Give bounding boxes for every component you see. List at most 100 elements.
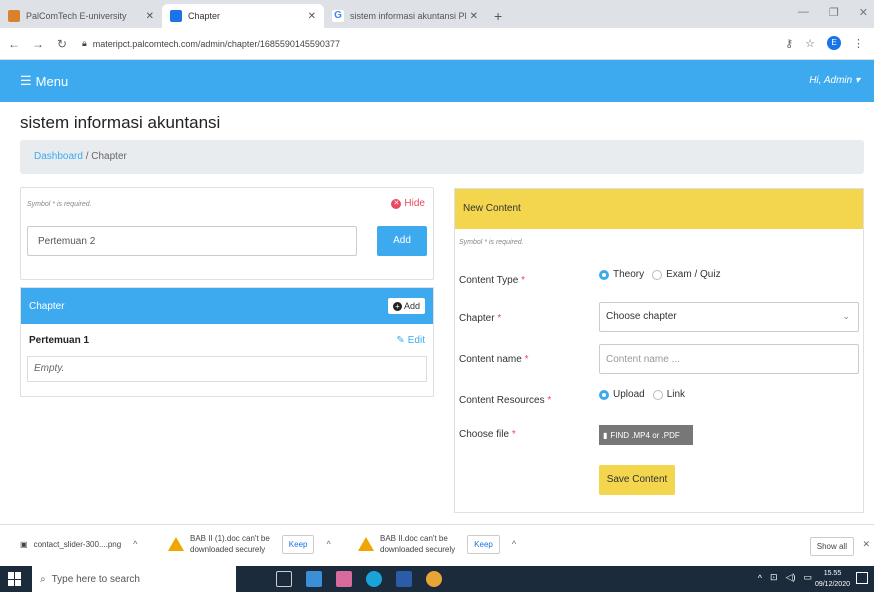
forward-icon[interactable]: → <box>28 37 48 51</box>
tab-title: PalComTech E-university <box>26 11 127 21</box>
clock-date: 09/12/2020 <box>814 581 850 588</box>
file-icon: ▣ <box>20 539 28 549</box>
notification-icon[interactable] <box>856 572 868 584</box>
keep-button[interactable]: Keep <box>467 534 500 554</box>
keep-button[interactable]: Keep <box>281 534 315 554</box>
chevron-up-icon[interactable]: ^ <box>512 539 516 549</box>
tab-close-icon[interactable]: ✕ <box>146 11 154 22</box>
address-bar-actions: ⚷ ☆ E ⋮ <box>785 36 864 50</box>
show-all-button[interactable]: Show all <box>809 537 854 556</box>
search-icon: ⌕ <box>40 573 46 585</box>
radio-theory[interactable] <box>599 269 609 280</box>
radio-upload-label: Upload <box>613 389 645 400</box>
chapter-name-input[interactable] <box>27 226 357 256</box>
download-warning-text: BAB II (1).doc can't be downloaded secur… <box>190 534 270 554</box>
chapter-select-value: Choose chapter <box>606 311 677 322</box>
edit-label: Edit <box>407 334 425 346</box>
chevron-down-icon: ⌄ <box>842 311 850 321</box>
maximize-icon[interactable]: ❐ <box>829 6 839 19</box>
key-icon[interactable]: ⚷ <box>785 37 793 50</box>
add-content-button[interactable]: + Add <box>387 298 425 314</box>
windows-start-icon[interactable] <box>8 572 22 586</box>
taskbar-apps <box>276 571 442 587</box>
back-icon[interactable]: ← <box>4 37 24 51</box>
breadcrumb: Dashboard / Chapter <box>20 140 864 174</box>
resources-radio-group: Upload Link <box>599 389 685 400</box>
content-name-input[interactable] <box>599 344 859 374</box>
chrome-icon[interactable] <box>426 571 442 587</box>
battery-icon[interactable]: ▭ <box>803 572 812 583</box>
tab-google-search[interactable]: G sistem informasi akuntansi PNG ✕ <box>324 4 486 28</box>
chapter-panel-header: Chapter + Add <box>21 288 433 324</box>
file-explorer-icon[interactable] <box>306 571 322 587</box>
tab-close-icon[interactable]: ✕ <box>470 11 478 22</box>
user-label: Hi, Admin <box>809 75 853 86</box>
chevron-up-icon[interactable]: ^ <box>133 539 137 549</box>
add-label: Add <box>403 301 420 311</box>
file-icon: ▮ <box>603 430 608 440</box>
download-item-warning: BAB II.doc can't be downloaded securely … <box>358 533 516 555</box>
windows-taskbar: ⌕ Type here to search ^ ⊡ ◁) ▭ 15.55 09/… <box>0 566 874 592</box>
system-tray: ^ ⊡ ◁) ▭ <box>758 572 812 583</box>
lock-icon: 🔒︎ <box>82 38 87 48</box>
taskbar-search[interactable]: ⌕ Type here to search <box>32 566 236 592</box>
taskbar-clock[interactable]: 15.55 09/12/2020 <box>815 568 850 590</box>
add-chapter-button[interactable]: Add <box>377 226 427 256</box>
edit-chapter-button[interactable]: ✎ Edit <box>396 335 425 346</box>
close-window-icon[interactable]: ✕ <box>859 6 868 19</box>
window-controls: — ❐ ✕ <box>798 6 868 19</box>
star-icon[interactable]: ☆ <box>805 37 815 50</box>
content-resources-label: Content Resources * <box>459 395 552 406</box>
close-download-bar-icon[interactable]: ✕ <box>862 539 870 550</box>
add-chapter-form: Symbol * is required. ✕ Hide Add <box>20 187 434 280</box>
address-bar: ← → ↻ 🔒︎ materipct.palcomtech.com/admin/… <box>0 28 874 60</box>
new-tab-button[interactable]: + <box>486 8 510 28</box>
clock-time: 15.55 <box>823 570 842 577</box>
menu-button[interactable]: ☰ Menu <box>20 73 68 89</box>
task-view-icon[interactable] <box>276 571 292 587</box>
taskbar-search-placeholder: Type here to search <box>51 573 140 585</box>
save-content-button[interactable]: Save Content <box>599 465 675 495</box>
radio-exam-quiz[interactable] <box>652 269 663 280</box>
radio-exam-quiz-label: Exam / Quiz <box>666 269 721 280</box>
network-icon[interactable]: ⊡ <box>770 572 778 583</box>
download-bar: ▣ contact_slider-300....png ^ BAB II (1)… <box>0 524 874 566</box>
warning-icon <box>168 537 184 551</box>
url-field[interactable]: 🔒︎ materipct.palcomtech.com/admin/chapte… <box>82 38 340 49</box>
chevron-up-icon[interactable]: ^ <box>326 539 330 549</box>
chapter-select[interactable]: Choose chapter ⌄ <box>599 302 859 332</box>
reload-icon[interactable]: ↻ <box>52 37 72 51</box>
word-icon[interactable] <box>396 571 412 587</box>
warning-icon <box>358 537 374 551</box>
find-file-button[interactable]: ▮ FIND .MP4 or .PDF <box>599 425 693 445</box>
download-warning-text: BAB II.doc can't be downloaded securely <box>380 534 456 554</box>
site-favicon-icon <box>170 10 182 22</box>
user-menu[interactable]: Hi, Admin ▾ <box>809 75 860 86</box>
chevron-up-icon[interactable]: ^ <box>758 573 762 583</box>
edge-icon[interactable] <box>366 571 382 587</box>
required-note: Symbol * is required. <box>27 201 92 208</box>
tab-chapter[interactable]: Chapter ✕ <box>162 4 324 28</box>
menu-label: Menu <box>35 73 69 89</box>
volume-icon[interactable]: ◁) <box>786 572 796 583</box>
download-item[interactable]: ▣ contact_slider-300....png ^ <box>20 539 137 549</box>
required-note: Symbol * is required. <box>459 239 524 246</box>
minimize-icon[interactable]: — <box>798 6 809 19</box>
radio-link[interactable] <box>652 389 663 400</box>
profile-avatar[interactable]: E <box>827 36 841 50</box>
hide-button[interactable]: ✕ Hide <box>391 198 425 209</box>
hamburger-icon: ☰ <box>20 73 32 88</box>
more-icon[interactable]: ⋮ <box>853 37 864 50</box>
photoshop-icon[interactable] <box>336 571 352 587</box>
radio-upload[interactable] <box>599 389 609 400</box>
breadcrumb-current: Chapter <box>91 151 127 162</box>
download-item-warning: BAB II (1).doc can't be downloaded secur… <box>168 533 331 555</box>
chapter-panel-title: Chapter <box>29 300 65 312</box>
close-circle-icon: ✕ <box>391 198 402 209</box>
tab-palcomtech[interactable]: PalComTech E-university ✕ <box>0 4 162 28</box>
tab-close-icon[interactable]: ✕ <box>308 11 316 22</box>
app-navbar: ☰ Menu Hi, Admin ▾ <box>0 60 874 102</box>
browser-tab-bar: PalComTech E-university ✕ Chapter ✕ G si… <box>0 0 874 28</box>
breadcrumb-dashboard-link[interactable]: Dashboard <box>34 151 83 162</box>
chapter-content-empty: Empty. <box>27 356 427 382</box>
